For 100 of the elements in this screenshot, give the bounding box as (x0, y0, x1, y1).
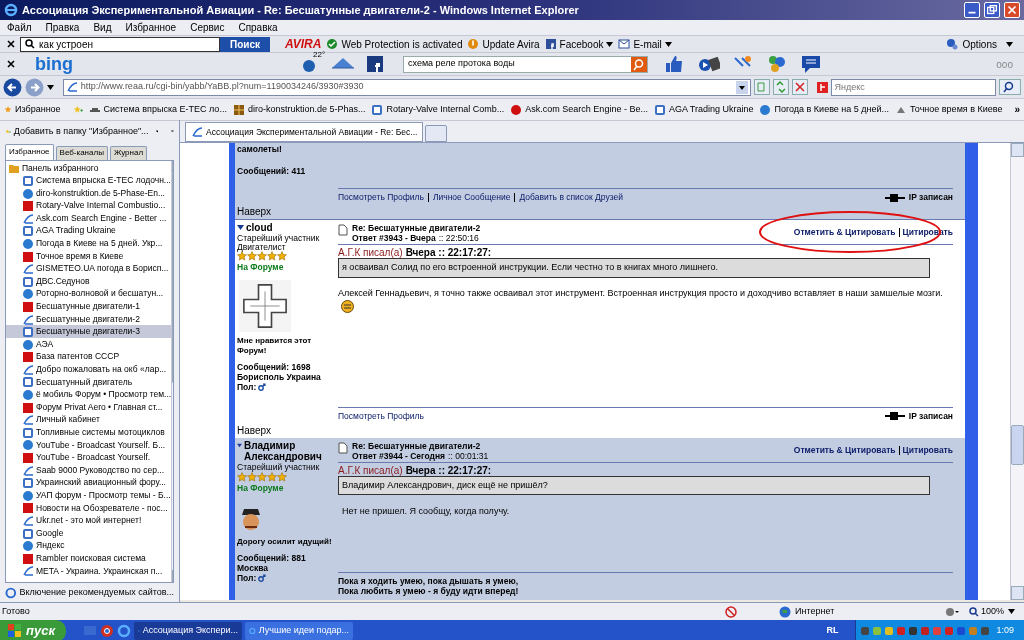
favorite-item[interactable]: УАП форум - Просмотр темы - Б... (6, 489, 172, 502)
favorite-item[interactable]: YouTube - Broadcast Yourself. Б... (6, 438, 172, 452)
language-indicator[interactable]: RL (826, 624, 839, 638)
favorite-item[interactable]: Топливные системы мотоциклов (6, 426, 172, 439)
options-button[interactable]: Options (962, 36, 997, 52)
search-field[interactable]: как устроен (20, 36, 220, 52)
favorite-item[interactable]: Rambler поисковая система (6, 552, 172, 565)
favorite-item[interactable]: Rotary-Valve Internal Combustio... (6, 199, 172, 212)
favorite-link[interactable]: Погода в Киеве на 5 дней... (759, 102, 890, 117)
search-button[interactable]: Поиск (220, 36, 270, 52)
profile-link[interactable]: Посмотреть Профиль (338, 191, 424, 204)
tray-icon[interactable] (860, 626, 871, 636)
menu-item[interactable]: Справка (238, 20, 278, 35)
favorite-item[interactable]: Погода в Киеве на 5 дней. Укр... (6, 237, 172, 250)
favorite-item[interactable]: Яндекс (6, 539, 172, 552)
favorite-item[interactable]: Личный кабинет (6, 413, 172, 427)
video-icon[interactable] (698, 54, 720, 74)
favorite-item[interactable]: diro-konstruktion.de 5-Phase-En... (6, 186, 172, 200)
toolbar-link[interactable]: Update Avira (482, 36, 540, 52)
post-subject[interactable]: Re: Бесшатунные двигатели-2 (352, 440, 481, 451)
menu-item[interactable]: Правка (45, 20, 80, 35)
taskbar-button[interactable]: Лучшие идеи подар... (245, 622, 353, 640)
favorite-item[interactable]: META - Украина. Украинская п... (6, 564, 172, 578)
stop-button[interactable] (791, 79, 808, 95)
author-name[interactable]: Владимир Александрович (237, 439, 338, 462)
quote-link[interactable]: Отметить & Цитировать (793, 226, 896, 239)
favorite-item[interactable]: ё мобиль Форум • Просмотр тем... (6, 388, 172, 401)
address-field[interactable]: http://www.reaa.ru/cgi-bin/yabb/YaBB.pl?num=1190034246/3930#3930 (62, 78, 751, 96)
add-to-favorites-button[interactable]: Добавить в папку "Избранное"... (13, 124, 149, 139)
chat-icon[interactable] (800, 54, 822, 74)
profile-link[interactable]: Посмотреть Профиль (338, 410, 424, 423)
favorite-item[interactable]: Роторно-волновой и бесшатун... (6, 287, 172, 301)
quote-link[interactable]: Отметить & Цитировать (793, 443, 896, 457)
browser-tab[interactable]: Ассоциация Экспериментальной Авиации - Re: Бес... (185, 122, 424, 142)
favorite-item[interactable]: Saab 9000 Руководство по сер... (6, 463, 172, 477)
favorites-button[interactable]: Избранное (15, 102, 61, 117)
toolbar-link[interactable]: Facebook (559, 36, 604, 52)
favorite-link[interactable]: Система впрыска E-TEC ло... (88, 102, 227, 117)
facebook-icon[interactable] (367, 56, 383, 72)
back-button[interactable] (3, 77, 22, 97)
refresh-button[interactable] (772, 79, 789, 95)
search-field[interactable]: схема реле протока воды (403, 55, 648, 73)
menu-item[interactable]: Файл (7, 20, 32, 35)
favorite-item[interactable]: Украинский авиационный фору... (6, 476, 172, 490)
new-tab-button[interactable] (425, 125, 448, 142)
profile-link[interactable]: Личное Сообщение (432, 191, 511, 204)
favorite-item[interactable]: ДВС.Седунов (6, 274, 172, 288)
toolbar-link[interactable]: E-mail (633, 36, 662, 52)
favorite-link[interactable]: Ask.com Search Engine - Be... (510, 102, 648, 117)
sidebar-tab[interactable]: Журнал (109, 145, 148, 160)
favorite-item[interactable]: Точное время в Киеве (6, 249, 172, 263)
favorite-item[interactable]: GISMETEO.UA погода в Борисп... (6, 262, 172, 275)
favorite-link[interactable]: diro-konstruktion.de 5-Phas... (232, 102, 366, 117)
suggested-sites-link[interactable]: Включение рекомендуемых сайтов... (19, 586, 174, 600)
menu-item[interactable]: Сервис (190, 20, 225, 35)
post-subject[interactable]: Re: Бесшатунные двигатели-2 (352, 223, 481, 233)
favorite-item[interactable]: База патентов СССР (6, 350, 172, 364)
profile-link[interactable]: Добавить в список Друзей (519, 191, 623, 204)
search-field[interactable]: Яндекс (830, 78, 997, 96)
scrollbar[interactable] (1010, 143, 1024, 600)
favorite-item[interactable]: Форум Privat Aero • Главная ст... (6, 400, 172, 414)
restore-button[interactable] (984, 2, 1000, 18)
menu-item[interactable]: Избранное (125, 20, 177, 35)
tray-icon[interactable] (908, 626, 919, 636)
favorite-link[interactable]: AGA Trading Ukraine (653, 102, 754, 117)
zoom-button[interactable]: 100% (969, 604, 1005, 619)
more-button[interactable]: » (1014, 102, 1020, 117)
favorites-folder[interactable]: Панель избранного (6, 161, 172, 175)
favorite-item[interactable]: Добро пожаловать на окб «лар... (6, 363, 172, 376)
start-button[interactable]: пуск (0, 620, 66, 640)
back-to-top-link[interactable]: Наверх (235, 422, 271, 438)
favorite-item[interactable]: Бесшатунные двигатели-1 (6, 300, 172, 313)
search-button[interactable] (999, 79, 1021, 95)
favorite-item[interactable]: АЭА (6, 337, 172, 351)
menu-item[interactable]: Вид (93, 20, 112, 35)
sidebar-tab[interactable]: Веб-каналы (55, 145, 108, 160)
taskbar-button[interactable]: Ассоциация Экспери... (134, 622, 242, 640)
security-icon[interactable] (945, 605, 959, 618)
tray-icon[interactable] (980, 626, 991, 636)
ie-logo-icon[interactable] (117, 624, 131, 638)
compatibility-button[interactable] (753, 79, 770, 95)
favorite-item[interactable]: Бесшатунный двигатель (6, 375, 172, 389)
sidebar-tab[interactable]: Избранное (5, 143, 54, 160)
favorite-item[interactable]: Бесшатунные двигатели-3 (6, 325, 172, 338)
minimize-button[interactable] (964, 2, 980, 18)
favorite-link[interactable]: Точное время в Киеве (895, 102, 1003, 117)
favorite-item[interactable]: Новости на Обозревателе - пос... (6, 501, 172, 515)
author-name[interactable]: cloud (237, 222, 338, 233)
quote-link[interactable]: Цитировать (902, 443, 953, 457)
favorite-item[interactable]: Система впрыска E-TEC лодочн... (6, 174, 172, 187)
favorite-item[interactable]: Ukr.net - это мой интернет! (6, 514, 172, 527)
back-to-top-link[interactable]: Наверх (235, 204, 271, 219)
toolbar-link[interactable]: Web Protection is activated (341, 36, 463, 52)
favorite-item[interactable]: AGA Trading Ukraine (6, 224, 172, 238)
favorite-item[interactable]: YouTube - Broadcast Yourself. (6, 451, 172, 464)
favorite-item[interactable]: Google (6, 526, 172, 540)
favorite-item[interactable]: Ask.com Search Engine - Better ... (6, 211, 172, 225)
chrome-icon[interactable] (100, 624, 114, 638)
favorite-item[interactable]: Бесшатунные двигатели-2 (6, 312, 172, 326)
favorite-link[interactable]: Rotary-Valve Internal Comb... (371, 102, 505, 117)
